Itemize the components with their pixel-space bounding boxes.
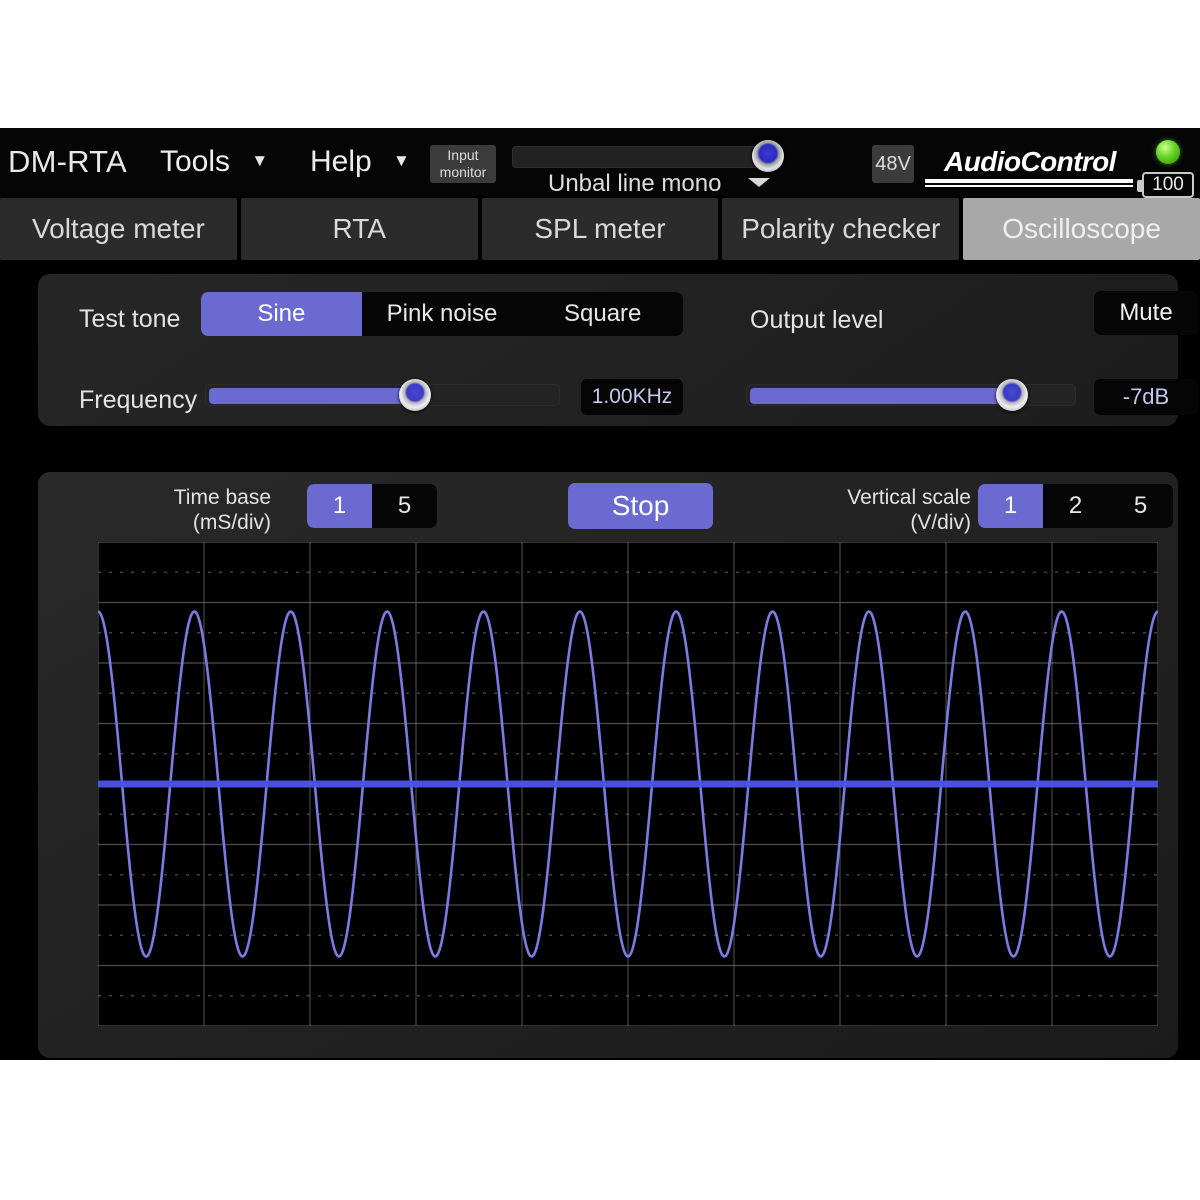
time-base-label-line2: (mS/div) bbox=[192, 511, 271, 534]
battery-icon: 100 bbox=[1137, 172, 1194, 198]
battery-level-label: 100 bbox=[1152, 174, 1184, 195]
input-gain-slider-knob[interactable] bbox=[752, 140, 784, 172]
brand-rule bbox=[925, 179, 1133, 183]
vertical-scale-option-1-label: 1 bbox=[1003, 492, 1018, 519]
chevron-down-icon: ▼ bbox=[251, 151, 269, 170]
dm-rta-application-window: DM-RTA Tools ▼ Help ▼ Input monitor Unba… bbox=[0, 128, 1200, 1060]
vertical-scale-option-2-label: 2 bbox=[1068, 492, 1083, 519]
test-tone-option-sine-label: Sine bbox=[257, 300, 306, 327]
frequency-slider-track[interactable] bbox=[205, 384, 560, 406]
chevron-down-icon: ▼ bbox=[393, 151, 410, 170]
frequency-slider-fill bbox=[209, 388, 405, 404]
frequency-slider-knob[interactable] bbox=[399, 379, 431, 411]
test-tone-option-pink-noise[interactable]: Pink noise bbox=[361, 292, 523, 336]
frequency-label: Frequency bbox=[79, 386, 198, 414]
output-level-label: Output level bbox=[750, 306, 884, 334]
screenshot-root: DM-RTA Tools ▼ Help ▼ Input monitor Unba… bbox=[0, 0, 1200, 1200]
mute-button-label: Mute bbox=[1119, 299, 1173, 326]
vertical-scale-segmented-control: 1 2 5 bbox=[978, 484, 1174, 528]
tab-spl-meter-label: SPL meter bbox=[534, 213, 666, 244]
brand-rule-secondary bbox=[925, 185, 1133, 187]
power-led-icon bbox=[1156, 140, 1180, 164]
output-level-slider-knob[interactable] bbox=[996, 379, 1028, 411]
tab-spl-meter[interactable]: SPL meter bbox=[481, 198, 719, 260]
tab-rta[interactable]: RTA bbox=[240, 198, 478, 260]
phantom-power-badge[interactable]: 48V bbox=[872, 145, 914, 183]
vertical-scale-label-line1: Vertical scale bbox=[847, 486, 971, 509]
run-stop-button-label: Stop bbox=[611, 490, 670, 521]
time-base-option-5-label: 5 bbox=[397, 492, 412, 519]
time-base-label-line1: Time base bbox=[173, 486, 271, 509]
input-monitor-label-line2: monitor bbox=[439, 164, 487, 180]
output-level-slider-fill bbox=[750, 388, 1015, 404]
time-base-option-1-label: 1 bbox=[332, 492, 347, 519]
menu-item-tools-label: Tools bbox=[160, 145, 231, 178]
test-tone-option-square[interactable]: Square bbox=[522, 292, 683, 336]
test-tone-label: Test tone bbox=[79, 305, 181, 333]
menu-item-tools[interactable]: Tools ▼ bbox=[160, 145, 268, 179]
oscilloscope-waveform-plot bbox=[98, 542, 1158, 1026]
vertical-scale-option-2[interactable]: 2 bbox=[1043, 484, 1108, 528]
test-tone-segmented-control: Sine Pink noise Square bbox=[201, 292, 683, 336]
mute-button[interactable]: Mute bbox=[1094, 291, 1198, 335]
frequency-readout-value: 1.00KHz bbox=[591, 385, 673, 408]
run-stop-button[interactable]: Stop bbox=[568, 483, 713, 529]
menu-item-help-label: Help bbox=[310, 145, 372, 178]
frequency-readout[interactable]: 1.00KHz bbox=[581, 379, 683, 415]
vertical-scale-option-1[interactable]: 1 bbox=[978, 484, 1043, 528]
vertical-scale-label-line2: (V/div) bbox=[910, 511, 971, 534]
oscilloscope-panel: Time base (mS/div) 1 5 Stop Vertical sca… bbox=[38, 472, 1178, 1058]
source-select-value[interactable]: Unbal line mono bbox=[548, 170, 721, 198]
menu-bar: DM-RTA Tools ▼ Help ▼ Input monitor Unba… bbox=[0, 128, 1200, 198]
vertical-scale-label: Vertical scale (V/div) bbox=[831, 485, 971, 535]
menu-item-help[interactable]: Help ▼ bbox=[310, 145, 410, 179]
output-level-readout-value: -7dB bbox=[1122, 384, 1170, 409]
brand-logo: AudioControl bbox=[925, 146, 1135, 187]
output-level-readout[interactable]: -7dB bbox=[1094, 379, 1198, 415]
tab-rta-label: RTA bbox=[332, 213, 386, 244]
test-tone-option-square-label: Square bbox=[563, 300, 642, 327]
tab-voltage-meter[interactable]: Voltage meter bbox=[0, 198, 237, 260]
time-base-label: Time base (mS/div) bbox=[151, 485, 271, 535]
test-tone-option-pink-noise-label: Pink noise bbox=[386, 300, 498, 327]
input-monitor-label-line1: Input bbox=[447, 147, 479, 163]
tab-polarity-checker[interactable]: Polarity checker bbox=[722, 198, 960, 260]
tab-polarity-checker-label: Polarity checker bbox=[741, 213, 941, 244]
brand-logo-text: AudioControl bbox=[944, 146, 1116, 177]
time-base-option-5[interactable]: 5 bbox=[372, 484, 437, 528]
tab-oscilloscope-label: Oscilloscope bbox=[1002, 213, 1161, 244]
input-monitor-button[interactable]: Input monitor bbox=[430, 145, 496, 183]
vertical-scale-option-5-label: 5 bbox=[1133, 492, 1148, 519]
oscilloscope-screen[interactable] bbox=[98, 542, 1158, 1026]
tab-oscilloscope[interactable]: Oscilloscope bbox=[963, 198, 1200, 260]
source-select-chevron-down-icon[interactable] bbox=[748, 178, 770, 187]
time-base-segmented-control: 1 5 bbox=[307, 484, 437, 528]
test-tone-panel: Test tone Sine Pink noise Square Output … bbox=[38, 274, 1198, 426]
test-tone-option-sine[interactable]: Sine bbox=[201, 292, 362, 336]
tab-voltage-meter-label: Voltage meter bbox=[32, 213, 205, 244]
tab-bar: Voltage meter RTA SPL meter Polarity che… bbox=[0, 198, 1200, 260]
app-title: DM-RTA bbox=[8, 144, 127, 179]
vertical-scale-option-5[interactable]: 5 bbox=[1108, 484, 1173, 528]
time-base-option-1[interactable]: 1 bbox=[307, 484, 372, 528]
input-gain-slider-track[interactable] bbox=[512, 146, 782, 168]
